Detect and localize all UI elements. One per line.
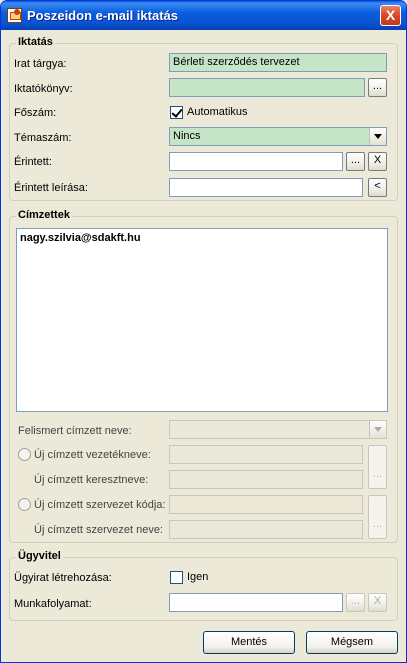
munkafolyamat-clear-button[interactable]: X <box>368 593 387 612</box>
uj-cimzett-browse-button[interactable]: ... <box>368 445 387 489</box>
uj-vezeteknev-input[interactable] <box>169 445 363 464</box>
erintett-input[interactable] <box>169 152 343 171</box>
foszam-automatikus-label[interactable]: Automatikus <box>187 106 248 118</box>
ugyirat-igen-checkbox[interactable] <box>170 571 183 584</box>
iktatas-group-title: Iktatás <box>16 36 55 48</box>
close-button[interactable]: X <box>380 5 401 26</box>
temaszam-label: Témaszám: <box>14 132 72 144</box>
iktatokonyv-label: Iktatókönyv: <box>14 83 73 95</box>
erintett-clear-button[interactable]: X <box>368 152 387 171</box>
irat-targya-input[interactable]: Bérleti szerződés tervezet <box>169 53 387 72</box>
iktatokonyv-browse-button[interactable]: ... <box>368 78 387 97</box>
munkafolyamat-label: Munkafolyamat: <box>14 598 92 610</box>
ugyirat-igen-label[interactable]: Igen <box>187 571 208 583</box>
uj-szervezet-kod-input[interactable] <box>169 495 363 514</box>
temaszam-dropdown-arrow-icon[interactable] <box>369 128 386 145</box>
uj-vezeteknev-label: Új címzett vezetékneve: <box>34 449 151 461</box>
dialog-window: Poszeidon e-mail iktatás X Iktatás Irat … <box>0 0 407 663</box>
felismert-cimzett-dropdown[interactable] <box>169 420 387 439</box>
save-button[interactable]: Mentés <box>203 631 295 654</box>
uj-szervezet-browse-button[interactable]: ... <box>368 495 387 539</box>
cancel-button[interactable]: Mégsem <box>306 631 398 654</box>
uj-szervezet-nev-input[interactable] <box>169 520 363 539</box>
recipients-listbox[interactable]: nagy.szilvia@sdakft.hu <box>16 228 388 412</box>
felismert-cimzett-label: Felismert címzett neve: <box>18 425 132 437</box>
cimzettek-group-title: Címzettek <box>16 209 72 221</box>
ugyirat-letrehozasa-label: Ügyirat létrehozása: <box>14 572 112 584</box>
recipient-list-item[interactable]: nagy.szilvia@sdakft.hu <box>20 232 384 244</box>
foszam-label: Főszám: <box>14 107 57 119</box>
erintett-leirasa-input[interactable] <box>169 178 363 197</box>
app-icon <box>7 8 22 23</box>
window-title: Poszeidon e-mail iktatás <box>27 8 178 23</box>
munkafolyamat-input[interactable] <box>169 593 343 612</box>
erintett-browse-button[interactable]: ... <box>346 152 365 171</box>
iktatokonyv-input[interactable] <box>169 78 365 97</box>
uj-szervezet-kod-label: Új címzett szervezet kódja: <box>34 499 166 511</box>
temaszam-dropdown[interactable]: Nincs <box>169 127 387 146</box>
erintett-leirasa-back-button[interactable]: < <box>368 178 387 197</box>
felismert-dropdown-arrow-icon[interactable] <box>369 421 386 438</box>
uj-keresztnev-label: Új címzett keresztneve: <box>34 474 149 486</box>
ugyvitel-group-title: Ügyvitel <box>16 550 63 562</box>
uj-cimzett-radio[interactable] <box>18 448 31 461</box>
erintett-leirasa-label: Érintett leírása: <box>14 182 88 194</box>
munkafolyamat-browse-button[interactable]: ... <box>346 593 365 612</box>
temaszam-value: Nincs <box>173 130 201 142</box>
uj-keresztnev-input[interactable] <box>169 470 363 489</box>
foszam-automatikus-checkbox[interactable] <box>170 106 183 119</box>
title-bar[interactable]: Poszeidon e-mail iktatás X <box>1 1 406 30</box>
irat-targya-label: Irat tárgya: <box>14 58 67 70</box>
uj-szervezet-radio[interactable] <box>18 498 31 511</box>
erintett-label: Érintett: <box>14 156 52 168</box>
uj-szervezet-nev-label: Új címzett szervezet neve: <box>34 524 163 536</box>
